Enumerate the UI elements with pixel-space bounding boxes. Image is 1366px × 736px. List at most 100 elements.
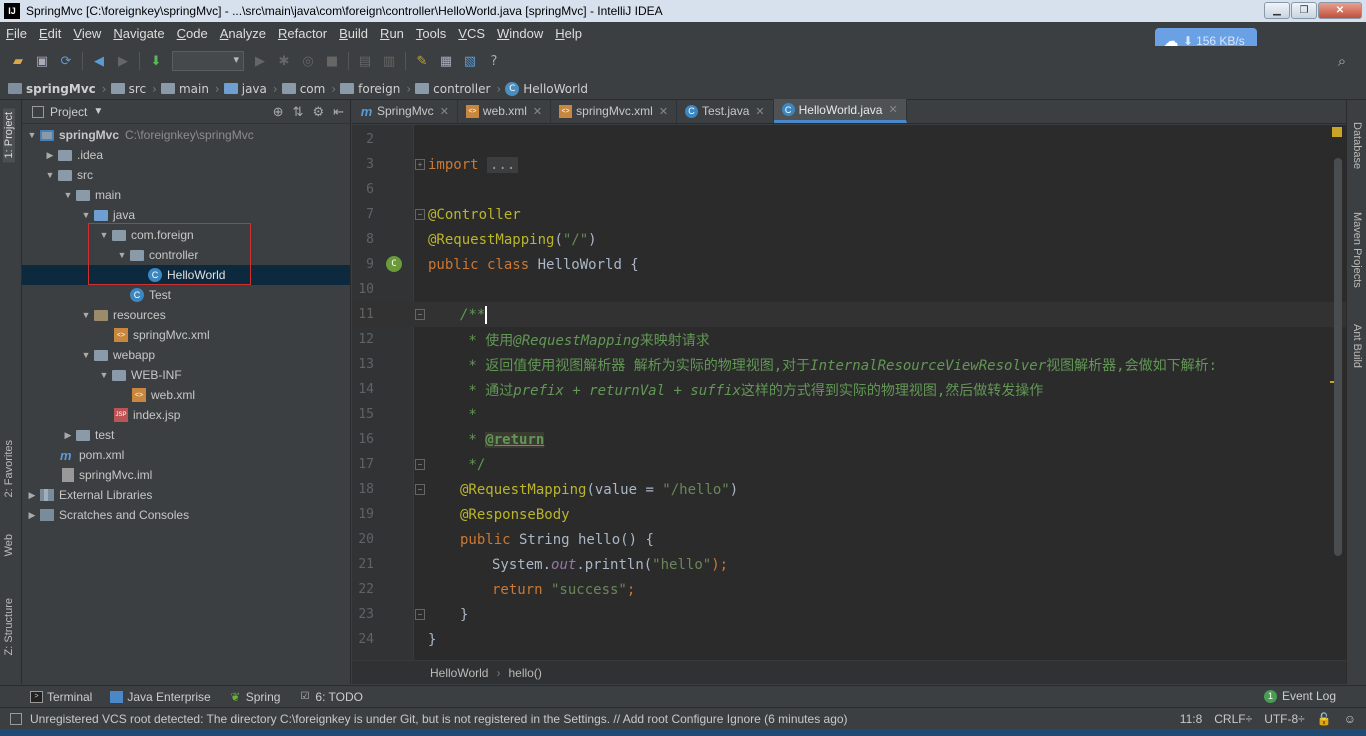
fold-collapse-icon[interactable]: − bbox=[415, 209, 425, 220]
run-configuration-select[interactable] bbox=[172, 51, 244, 71]
sync-icon[interactable]: ⟳ bbox=[58, 53, 74, 69]
spring-button[interactable]: ❦ Spring bbox=[229, 690, 280, 704]
tab-test-java[interactable]: C Test.java ✕ bbox=[677, 99, 774, 123]
tree-item-webapp[interactable]: ▼ webapp bbox=[22, 345, 350, 365]
breadcrumb-item[interactable]: java bbox=[223, 82, 267, 96]
tab-web-xml[interactable]: <> web.xml ✕ bbox=[458, 99, 552, 123]
tree-item-test[interactable]: ▶ test bbox=[22, 425, 350, 445]
fold-collapse-icon[interactable]: − bbox=[415, 459, 425, 470]
build-project-icon[interactable]: ⬇ bbox=[148, 53, 164, 69]
expand-toggle[interactable]: ▼ bbox=[62, 190, 74, 200]
tree-item-src[interactable]: ▼ src bbox=[22, 165, 350, 185]
tab-project[interactable]: 1: Project bbox=[3, 108, 15, 163]
menu-build[interactable]: Build bbox=[333, 26, 374, 41]
expand-toggle[interactable]: ▼ bbox=[80, 350, 92, 360]
sdk-icon[interactable]: ▧ bbox=[462, 53, 478, 69]
breadcrumb-item[interactable]: src bbox=[110, 82, 146, 96]
expand-toggle[interactable]: ▼ bbox=[44, 170, 56, 180]
file-encoding[interactable]: UTF-8÷ bbox=[1264, 712, 1305, 726]
back-icon[interactable]: ◀ bbox=[91, 53, 107, 69]
open-folder-icon[interactable]: ▰ bbox=[10, 53, 26, 69]
caret-position[interactable]: 11:8 bbox=[1180, 712, 1202, 726]
tab-helloworld-java[interactable]: C HelloWorld.java ✕ bbox=[773, 99, 907, 123]
folded-imports[interactable]: ... bbox=[487, 156, 519, 173]
lock-icon[interactable]: 🔓 bbox=[1317, 712, 1332, 726]
menu-window[interactable]: Window bbox=[491, 26, 549, 41]
tree-item-resources[interactable]: ▼ resources bbox=[22, 305, 350, 325]
tab-springmvc-xml[interactable]: <> springMvc.xml ✕ bbox=[551, 99, 678, 123]
tab-web[interactable]: Web bbox=[3, 534, 15, 556]
expand-toggle[interactable]: ▶ bbox=[26, 490, 38, 501]
hector-icon[interactable]: ☺ bbox=[1344, 712, 1356, 726]
tree-item-controller[interactable]: ▼ controller bbox=[22, 245, 350, 265]
breadcrumb-item[interactable]: C HelloWorld bbox=[505, 81, 588, 96]
tree-item-springmvc[interactable]: ▼ springMvc C:\foreignkey\springMvc bbox=[22, 125, 350, 145]
breadcrumb-item[interactable]: controller bbox=[415, 82, 490, 96]
code-editor[interactable]: 2 3 + import ... 6 7− @Controller 8 @Request… bbox=[352, 125, 1346, 660]
minimize-button[interactable]: ▁ bbox=[1264, 2, 1290, 19]
settings-icon[interactable]: ✎ bbox=[414, 53, 430, 69]
collapse-all-icon[interactable]: ⇅ bbox=[293, 104, 304, 120]
tree-item-java[interactable]: ▼ java bbox=[22, 205, 350, 225]
expand-toggle[interactable]: ▼ bbox=[98, 370, 110, 380]
editor-scrollbar[interactable] bbox=[1334, 158, 1342, 556]
menu-view[interactable]: View bbox=[67, 26, 107, 41]
save-icon[interactable]: ▣ bbox=[34, 53, 50, 69]
tree-item-main[interactable]: ▼ main bbox=[22, 185, 350, 205]
breadcrumb-item[interactable]: com bbox=[281, 82, 325, 96]
hide-panel-icon[interactable]: ⇤ bbox=[333, 104, 344, 120]
breadcrumb-item[interactable]: springMvc bbox=[8, 82, 96, 96]
expand-toggle[interactable]: ▼ bbox=[98, 230, 110, 240]
coverage-icon[interactable]: ◎ bbox=[300, 53, 316, 69]
tab-maven-projects[interactable]: Maven Projects bbox=[1351, 212, 1363, 288]
menu-analyze[interactable]: Analyze bbox=[214, 26, 272, 41]
vcs-update-icon[interactable]: ▤ bbox=[357, 53, 373, 69]
menu-help[interactable]: Help bbox=[549, 26, 588, 41]
status-message[interactable]: Unregistered VCS root detected: The dire… bbox=[30, 712, 848, 726]
close-tab-icon[interactable]: ✕ bbox=[440, 105, 449, 118]
tree-item-springmvc-xml[interactable]: <> springMvc.xml bbox=[22, 325, 350, 345]
tool-windows-toggle-icon[interactable] bbox=[10, 712, 22, 725]
tree-item-external-libraries[interactable]: ▶ External Libraries bbox=[22, 485, 350, 505]
tree-item-helloworld[interactable]: C HelloWorld bbox=[22, 265, 350, 285]
tree-item-scratches[interactable]: ▶ Scratches and Consoles bbox=[22, 505, 350, 525]
breadcrumb-item[interactable]: main bbox=[160, 82, 209, 96]
menu-vcs[interactable]: VCS bbox=[452, 26, 491, 41]
project-panel-title[interactable]: Project bbox=[50, 105, 87, 119]
chevron-down-icon[interactable]: ▼ bbox=[93, 106, 103, 117]
line-separator[interactable]: CRLF÷ bbox=[1214, 712, 1252, 726]
menu-edit[interactable]: Edit bbox=[33, 26, 67, 41]
search-icon[interactable]: ⌕ bbox=[1334, 52, 1350, 70]
warning-marker[interactable] bbox=[1332, 127, 1342, 137]
run-icon[interactable]: ▶ bbox=[252, 53, 268, 69]
project-structure-icon[interactable]: ▦ bbox=[438, 53, 454, 69]
tree-item-idea[interactable]: ▶ .idea bbox=[22, 145, 350, 165]
tab-favorites[interactable]: 2: Favorites bbox=[3, 440, 15, 497]
tree-item-web-inf[interactable]: ▼ WEB-INF bbox=[22, 365, 350, 385]
todo-button[interactable]: ☑ 6: TODO bbox=[298, 690, 363, 704]
tab-database[interactable]: Database bbox=[1351, 122, 1363, 169]
java-enterprise-button[interactable]: Java Enterprise bbox=[110, 690, 211, 704]
expand-toggle[interactable]: ▶ bbox=[62, 430, 74, 441]
editor-breadcrumb-method[interactable]: hello() bbox=[508, 666, 541, 680]
tree-item-index-jsp[interactable]: JSP index.jsp bbox=[22, 405, 350, 425]
menu-navigate[interactable]: Navigate bbox=[107, 26, 170, 41]
expand-toggle[interactable]: ▼ bbox=[116, 250, 128, 260]
terminal-button[interactable]: > Terminal bbox=[30, 690, 92, 704]
spring-bean-icon[interactable]: C bbox=[386, 256, 402, 272]
stop-icon[interactable]: ■ bbox=[324, 53, 340, 69]
close-tab-icon[interactable]: ✕ bbox=[659, 105, 668, 118]
tree-item-web-xml[interactable]: <> web.xml bbox=[22, 385, 350, 405]
expand-toggle[interactable]: ▶ bbox=[44, 150, 56, 161]
expand-toggle[interactable]: ▼ bbox=[80, 210, 92, 220]
menu-tools[interactable]: Tools bbox=[410, 26, 452, 41]
help-icon[interactable]: ? bbox=[486, 53, 502, 69]
tree-item-com-foreign[interactable]: ▼ com.foreign bbox=[22, 225, 350, 245]
tree-item-pom-xml[interactable]: m pom.xml bbox=[22, 445, 350, 465]
fold-collapse-icon[interactable]: − bbox=[415, 309, 425, 320]
close-tab-icon[interactable]: ✕ bbox=[533, 105, 542, 118]
gear-icon[interactable]: ⚙ bbox=[312, 104, 324, 120]
menu-code[interactable]: Code bbox=[171, 26, 214, 41]
menu-file[interactable]: File bbox=[0, 26, 33, 41]
fold-expand-icon[interactable]: + bbox=[415, 159, 425, 170]
